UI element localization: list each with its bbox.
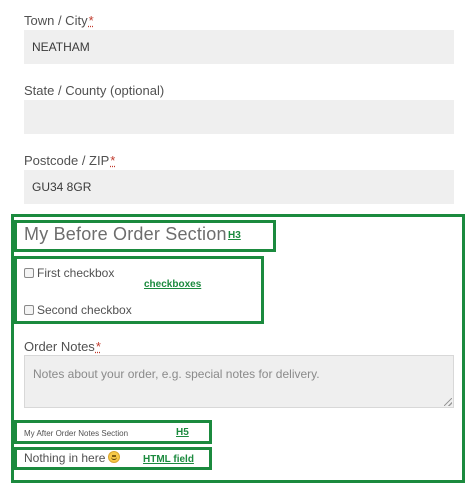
postcode-input[interactable]: GU34 8GR — [24, 170, 454, 204]
required-marker: * — [88, 13, 94, 28]
state-label-text: State / County (optional) — [24, 83, 165, 98]
city-label: Town / City* — [24, 13, 94, 28]
before-order-heading: My Before Order Section — [24, 224, 227, 244]
required-marker: * — [95, 339, 101, 354]
state-label: State / County (optional) — [24, 83, 164, 98]
h3-annotation-label: H3 — [228, 230, 241, 241]
html-field-content: Nothing in here — [24, 451, 121, 465]
first-checkbox-label: First checkbox — [37, 266, 115, 280]
h5-annotation-label: H5 — [176, 427, 189, 438]
state-input[interactable] — [24, 100, 454, 134]
second-checkbox[interactable] — [24, 305, 34, 315]
order-notes-label-text: Order Notes — [24, 339, 95, 354]
html-field-annotation-label: HTML field — [143, 454, 194, 465]
order-notes-label: Order Notes* — [24, 339, 101, 354]
checkboxes-annotation-label: checkboxes — [144, 279, 202, 290]
order-notes-textarea[interactable]: Notes about your order, e.g. special not… — [24, 355, 454, 408]
city-input[interactable]: NEATHAM — [24, 30, 454, 64]
smiley-icon — [108, 451, 121, 463]
postcode-label: Postcode / ZIP* — [24, 153, 115, 168]
postcode-label-text: Postcode / ZIP — [24, 153, 110, 168]
first-checkbox-row[interactable]: First checkbox — [24, 266, 114, 280]
required-marker: * — [110, 153, 116, 168]
city-label-text: Town / City — [24, 13, 88, 28]
after-notes-heading: My After Order Notes Section — [24, 429, 129, 438]
first-checkbox[interactable] — [24, 268, 34, 278]
order-notes-placeholder: Notes about your order, e.g. special not… — [33, 367, 320, 381]
resize-grip-icon[interactable] — [444, 398, 452, 406]
second-checkbox-label: Second checkbox — [37, 303, 132, 317]
second-checkbox-row[interactable]: Second checkbox — [24, 303, 132, 317]
html-field-text: Nothing in here — [24, 451, 106, 465]
